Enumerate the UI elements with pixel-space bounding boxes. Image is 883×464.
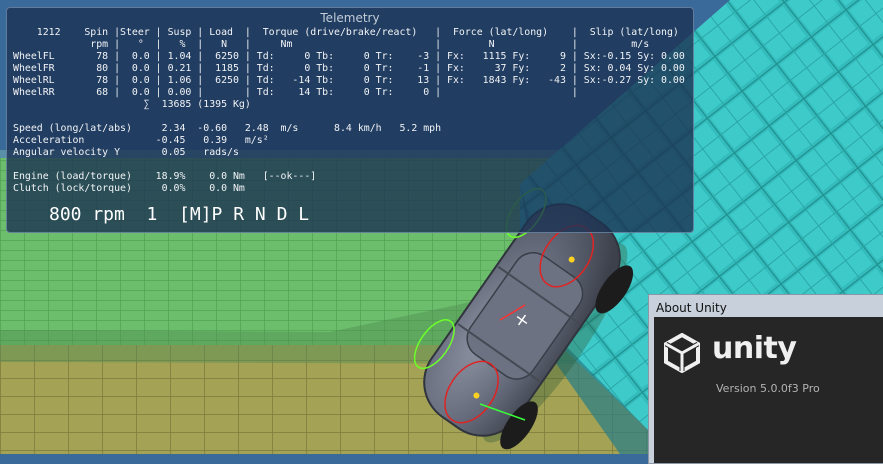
telemetry-line: WheelRR 68 | 0.0 | 0.00 | | Td: 14 Tb: 0… bbox=[13, 87, 578, 98]
telemetry-panel: Telemetry 1212 Spin |Steer | Susp | Load… bbox=[6, 7, 694, 233]
telemetry-readout: 1212 Spin |Steer | Susp | Load | Torque … bbox=[13, 27, 685, 195]
telemetry-line: Clutch (lock/torque) 0.0% 0.0 Nm bbox=[13, 183, 245, 194]
telemetry-line: Acceleration -0.45 0.39 m/s² bbox=[13, 135, 269, 146]
telemetry-line: Engine (load/torque) 18.9% 0.0 Nm [--ok-… bbox=[13, 171, 317, 182]
unity-wordmark: unity bbox=[712, 331, 797, 366]
telemetry-line: ∑ 13685 (1395 Kg) bbox=[13, 99, 251, 110]
telemetry-line: rpm | ° | % | N | Nm | N | m/s bbox=[13, 39, 650, 50]
telemetry-line: 1212 Spin |Steer | Susp | Load | Torque … bbox=[13, 27, 679, 38]
about-window-title: About Unity bbox=[656, 301, 727, 315]
about-content: unity Version 5.0.0f3 Pro bbox=[654, 317, 883, 463]
telemetry-line: Angular velocity Y 0.05 rads/s bbox=[13, 147, 239, 158]
telemetry-line: WheelRL 78 | 0.0 | 1.06 | 6250 | Td: -14… bbox=[13, 75, 685, 86]
unity-logo-icon bbox=[664, 333, 700, 373]
telemetry-title: Telemetry bbox=[320, 11, 380, 25]
telemetry-line: Speed (long/lat/abs) 2.34 -0.60 2.48 m/s… bbox=[13, 123, 442, 134]
telemetry-line: WheelFL 78 | 0.0 | 1.04 | 6250 | Td: 0 T… bbox=[13, 51, 685, 62]
about-unity-window[interactable]: About Unity unity Version 5.0.0f3 Pro bbox=[648, 294, 883, 464]
gear-rpm-readout: 800 rpm 1 [M]P R N D L bbox=[49, 204, 310, 225]
telemetry-line: WheelFR 80 | 0.0 | 0.21 | 1185 | Td: 0 T… bbox=[13, 63, 685, 74]
version-label: Version 5.0.0f3 Pro bbox=[716, 382, 820, 395]
